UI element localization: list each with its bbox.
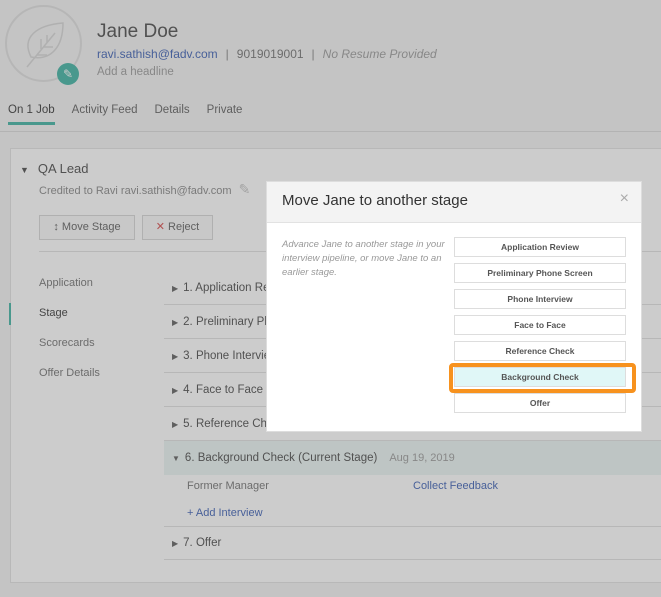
stage-option-reference-check[interactable]: Reference Check bbox=[454, 341, 626, 361]
modal-description: Advance Jane to another stage in your in… bbox=[282, 239, 445, 278]
stage-option-offer[interactable]: Offer bbox=[454, 393, 626, 413]
stage-option-face-to-face[interactable]: Face to Face bbox=[454, 315, 626, 335]
modal-header: Move Jane to another stage × bbox=[267, 182, 641, 223]
modal-title: Move Jane to another stage bbox=[282, 192, 468, 209]
highlight-box bbox=[449, 363, 636, 393]
stage-option-application-review[interactable]: Application Review bbox=[454, 237, 626, 257]
close-icon[interactable]: × bbox=[620, 190, 629, 208]
stage-option-phone-interview[interactable]: Phone Interview bbox=[454, 289, 626, 309]
move-stage-modal: Move Jane to another stage × Advance Jan… bbox=[266, 181, 642, 432]
stage-option-preliminary-phone-screen[interactable]: Preliminary Phone Screen bbox=[454, 263, 626, 283]
